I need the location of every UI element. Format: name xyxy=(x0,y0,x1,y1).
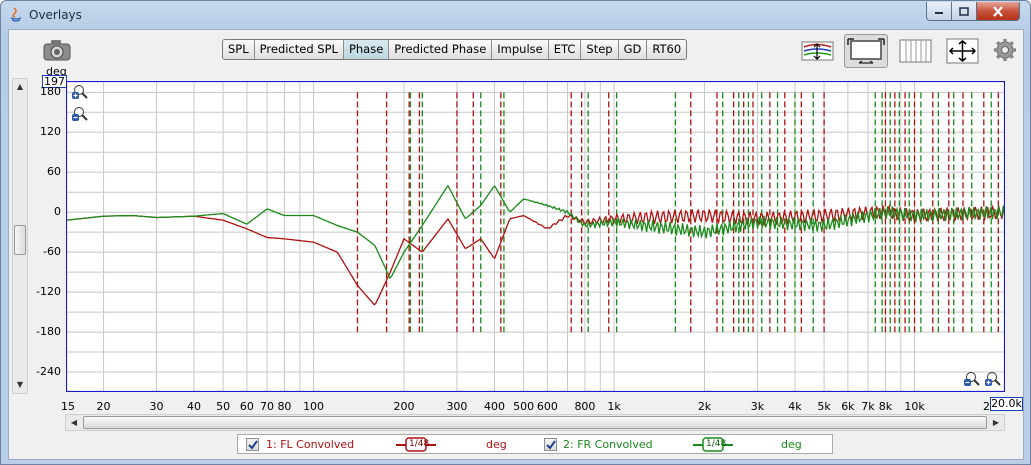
x-tick-label: 70 xyxy=(260,400,275,413)
x-tick-label: 5k xyxy=(817,400,831,413)
y-tick-label: -180 xyxy=(36,325,61,339)
x-tick-label: 10k xyxy=(904,400,925,413)
x-tick-label: 1k xyxy=(607,400,621,413)
close-icon xyxy=(993,5,1003,17)
scroll-left-arrow-icon[interactable]: ◀ xyxy=(66,415,82,430)
x-tick-label: 8k xyxy=(878,400,893,413)
y-tick-label: -120 xyxy=(36,285,61,299)
horizontal-scrollbar[interactable]: ◀ ▶ xyxy=(65,414,1005,431)
grid-lines-icon[interactable] xyxy=(897,36,934,66)
fl-checkbox[interactable] xyxy=(246,438,259,451)
tab-impulse[interactable]: Impulse xyxy=(492,40,549,59)
fr-smoothing: 1/48 xyxy=(706,439,727,449)
tab-spl[interactable]: SPL xyxy=(223,40,255,59)
checkmark-icon xyxy=(248,440,258,450)
scroll-right-arrow-icon[interactable]: ▶ xyxy=(988,415,1004,430)
fr-checkbox[interactable] xyxy=(544,438,557,451)
tab-rt60[interactable]: RT60 xyxy=(647,40,687,59)
vertical-scrollbar[interactable]: ▲ ▼ xyxy=(12,78,28,394)
y-tick-label: 120 xyxy=(40,125,61,139)
maximize-icon xyxy=(959,6,969,16)
scroll-up-arrow-icon[interactable]: ▲ xyxy=(13,79,27,95)
graph-panel: SPL Predicted SPL Phase Predicted Phase … xyxy=(8,29,1024,460)
y-tick-label: 60 xyxy=(47,165,61,179)
x-tick-label: 200 xyxy=(393,400,415,413)
vertical-scroll-thumb[interactable] xyxy=(14,225,26,255)
move-arrows-icon[interactable] xyxy=(944,36,981,66)
legend-fr-label: 2: FR Convolved xyxy=(563,438,653,451)
y-tick-label: 180 xyxy=(40,85,61,99)
x-axis-end-field[interactable]: 20.0k xyxy=(990,397,1023,411)
tab-predicted-phase[interactable]: Predicted Phase xyxy=(389,40,493,59)
x-tick-label: 2k xyxy=(697,400,712,413)
graph-view-button[interactable] xyxy=(844,34,888,68)
x-tick-label: 20 xyxy=(96,400,111,413)
tab-predicted-spl[interactable]: Predicted SPL xyxy=(254,40,344,59)
x-tick-label: 15 xyxy=(61,400,75,413)
x-tick-label: 800 xyxy=(574,400,596,413)
legend-fl-unit: deg xyxy=(486,438,507,451)
x-tick-label: 80 xyxy=(277,400,292,413)
window-title: Overlays xyxy=(29,8,82,22)
phase-chart[interactable] xyxy=(66,81,1005,392)
graph-tabs: SPL Predicted SPL Phase Predicted Phase … xyxy=(222,39,688,60)
camera-icon[interactable] xyxy=(42,38,72,62)
x-tick-label: 3k xyxy=(750,400,765,413)
x-tick-label: 40 xyxy=(186,400,201,413)
tab-etc[interactable]: ETC xyxy=(548,40,582,59)
plot-background xyxy=(66,81,1005,392)
overlays-window: Overlays SPL Predicted SPL Phase Predict… xyxy=(0,0,1031,465)
minimize-button[interactable] xyxy=(926,2,952,21)
x-tick-label: 400 xyxy=(483,400,505,413)
gear-icon[interactable] xyxy=(993,38,1017,62)
y-tick-label: -240 xyxy=(36,365,61,379)
tab-phase[interactable]: Phase xyxy=(343,40,390,59)
x-tick-label: 300 xyxy=(446,400,468,413)
tab-step[interactable]: Step xyxy=(581,40,619,59)
legend: 1: FL Convolved 1/48 deg 2: FR Convolved… xyxy=(237,434,833,454)
maximize-button[interactable] xyxy=(951,2,977,21)
x-tick-label: 6k xyxy=(841,400,855,413)
y-tick-label: -60 xyxy=(43,245,61,259)
y-tick-label: 0 xyxy=(54,205,61,219)
minimize-icon xyxy=(935,12,943,14)
fl-smoothing: 1/48 xyxy=(409,439,430,449)
scroll-down-arrow-icon[interactable]: ▼ xyxy=(13,377,27,393)
x-tick-label: 50 xyxy=(216,400,231,413)
tab-gd[interactable]: GD xyxy=(618,40,648,59)
legend-fr-unit: deg xyxy=(781,438,802,451)
x-tick-label: 600 xyxy=(536,400,558,413)
close-button[interactable] xyxy=(976,2,1020,21)
legend-fl-label: 1: FL Convolved xyxy=(266,438,355,451)
x-tick-label: 500 xyxy=(513,400,535,413)
x-tick-label: 7k xyxy=(861,400,875,413)
x-tick-label: 100 xyxy=(303,400,325,413)
x-tick-label: 4k xyxy=(788,400,802,413)
checkmark-icon xyxy=(546,440,556,450)
graph-view-icon xyxy=(847,38,885,64)
title-bar[interactable]: Overlays xyxy=(1,1,1030,29)
traces-arrange-icon[interactable] xyxy=(799,36,836,66)
x-tick-label: 60 xyxy=(239,400,254,413)
java-icon xyxy=(10,7,22,22)
horizontal-scroll-thumb[interactable] xyxy=(83,416,987,429)
x-tick-label: 30 xyxy=(149,400,164,413)
